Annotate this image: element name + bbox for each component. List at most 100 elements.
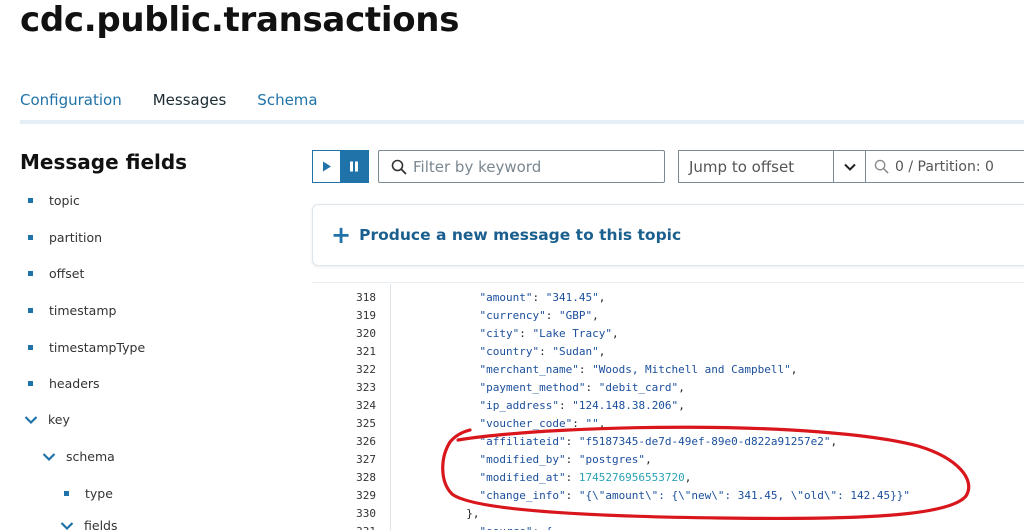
chevron-down-icon[interactable] <box>60 521 74 530</box>
line-number: 330 <box>356 507 376 520</box>
chevron-down-icon[interactable] <box>833 151 865 182</box>
code-text: "amount": "341.45", <box>479 291 606 304</box>
code-line: 327 "modified_by": "postgres", <box>312 453 652 471</box>
json-key: "currency" <box>479 309 546 322</box>
sidebar-item-label: offset <box>49 266 85 281</box>
jump-to-offset-select[interactable]: Jump to offset <box>678 150 866 183</box>
json-value: "" <box>585 417 599 430</box>
code-text: }, <box>400 507 479 525</box>
code-line: 323 "payment_method": "debit_card", <box>312 381 685 399</box>
sidebar-item-fields[interactable]: fields <box>60 518 117 530</box>
line-number: 318 <box>356 291 376 304</box>
json-key: "change_info" <box>479 489 566 502</box>
code-text: "voucher_code": "", <box>479 417 606 430</box>
sidebar-item-topic[interactable]: topic <box>28 193 80 208</box>
line-number: 325 <box>356 417 376 430</box>
json-value: "debit_card" <box>598 381 679 394</box>
json-key: "ip_address" <box>479 399 559 412</box>
bullet-icon <box>28 345 33 350</box>
json-punctuation: , <box>830 435 838 448</box>
json-value: "Woods, Mitchell and Campbell" <box>592 363 791 376</box>
chevron-down-icon[interactable] <box>42 452 56 462</box>
sidebar-item-label: topic <box>49 193 80 208</box>
bullet-icon <box>64 491 69 496</box>
code-line: 322 "merchant_name": "Woods, Mitchell an… <box>312 363 797 381</box>
line-number: 326 <box>356 435 376 448</box>
bullet-icon <box>28 271 33 276</box>
tab-configuration[interactable]: Configuration <box>20 88 122 124</box>
json-value: "Lake Tracy" <box>532 327 612 340</box>
plus-icon: + <box>331 221 352 249</box>
sidebar-item-timestamp[interactable]: timestamp <box>28 303 116 318</box>
bullet-icon <box>28 235 33 240</box>
sidebar-title: Message fields <box>20 150 188 174</box>
tab-messages[interactable]: Messages <box>152 88 227 124</box>
json-punctuation: , <box>611 327 619 340</box>
line-number: 320 <box>356 327 376 340</box>
code-text: "merchant_name": "Woods, Mitchell and Ca… <box>479 363 798 376</box>
json-key: "country" <box>479 345 540 358</box>
sidebar-item-timestamptype[interactable]: timestampType <box>28 340 145 355</box>
json-value: "341.45" <box>545 291 599 304</box>
sidebar-item-label: type <box>85 486 113 501</box>
json-punctuation: , <box>678 381 685 394</box>
json-punctuation: , <box>598 291 606 304</box>
line-number: 329 <box>356 489 376 502</box>
line-number: 322 <box>356 363 376 376</box>
bullet-icon <box>28 381 33 386</box>
offset-search-field[interactable]: 0 / Partition: 0 <box>866 150 1024 183</box>
sidebar-item-schema[interactable]: schema <box>42 449 115 464</box>
json-key: "city" <box>479 327 520 340</box>
play-button[interactable] <box>313 151 340 182</box>
json-punctuation: , <box>684 471 692 484</box>
line-number: 324 <box>356 399 376 412</box>
sidebar-item-headers[interactable]: headers <box>28 376 100 391</box>
filter-input[interactable] <box>413 157 643 176</box>
sidebar-item-partition[interactable]: partition <box>28 230 102 245</box>
json-value: }, <box>466 507 480 520</box>
indent-guide <box>390 284 391 530</box>
produce-message-button[interactable]: + Produce a new message to this topic <box>312 204 1024 266</box>
message-json-viewer: 318 "amount": "341.45", 319 "currency": "… <box>312 282 1024 530</box>
line-number: 321 <box>356 345 376 358</box>
code-text: "currency": "GBP", <box>479 309 599 322</box>
json-punctuation: , <box>592 309 599 322</box>
sidebar-item-key[interactable]: key <box>24 412 70 427</box>
code-text: "affiliateid": "f5187345-de7d-49ef-89e0-… <box>479 435 838 448</box>
json-punctuation: , <box>678 399 685 412</box>
code-line: 330 }, <box>312 507 479 525</box>
sidebar-item-offset[interactable]: offset <box>28 266 84 281</box>
pause-button[interactable] <box>340 151 368 182</box>
json-value: "postgres" <box>578 453 646 466</box>
line-number: 328 <box>356 471 376 484</box>
json-key: "merchant_name" <box>479 363 579 376</box>
tab-schema[interactable]: Schema <box>257 88 317 124</box>
json-key: "payment_method" <box>479 381 586 394</box>
json-value: "{\"amount\": {\"new\": 341.45, \"old\":… <box>578 489 910 502</box>
search-icon <box>391 159 407 175</box>
code-text: "city": "Lake Tracy", <box>479 327 619 340</box>
json-value: { <box>546 525 553 530</box>
code-line: 328 "modified_at": 1745276956553720, <box>312 471 691 489</box>
partition-readout: 0 / Partition: 0 <box>895 158 994 175</box>
json-key: "affiliateid" <box>479 435 566 448</box>
code-line: 329 "change_info": "{\"amount\": {\"new\… <box>312 489 910 507</box>
code-line: 319 "currency": "GBP", <box>312 309 599 327</box>
pause-icon <box>350 161 358 172</box>
code-text: "change_info": "{\"amount\": {\"new\": 3… <box>479 489 910 502</box>
sidebar-item-type[interactable]: type <box>64 486 113 501</box>
code-text: "modified_by": "postgres", <box>479 453 652 466</box>
chevron-down-icon[interactable] <box>24 415 38 425</box>
line-number: 323 <box>356 381 376 394</box>
json-punctuation: , <box>790 363 798 376</box>
json-punctuation: , <box>645 453 652 466</box>
playback-controls <box>312 150 369 183</box>
code-text: "source": { <box>400 525 552 530</box>
page-title: cdc.public.transactions <box>20 0 460 40</box>
produce-message-label: Produce a new message to this topic <box>359 226 682 244</box>
sidebar-item-label: partition <box>49 230 103 245</box>
json-value: "GBP" <box>558 309 593 322</box>
sidebar-item-label: key <box>48 412 70 427</box>
line-number: 319 <box>356 309 376 322</box>
tabs-divider <box>20 120 1024 124</box>
